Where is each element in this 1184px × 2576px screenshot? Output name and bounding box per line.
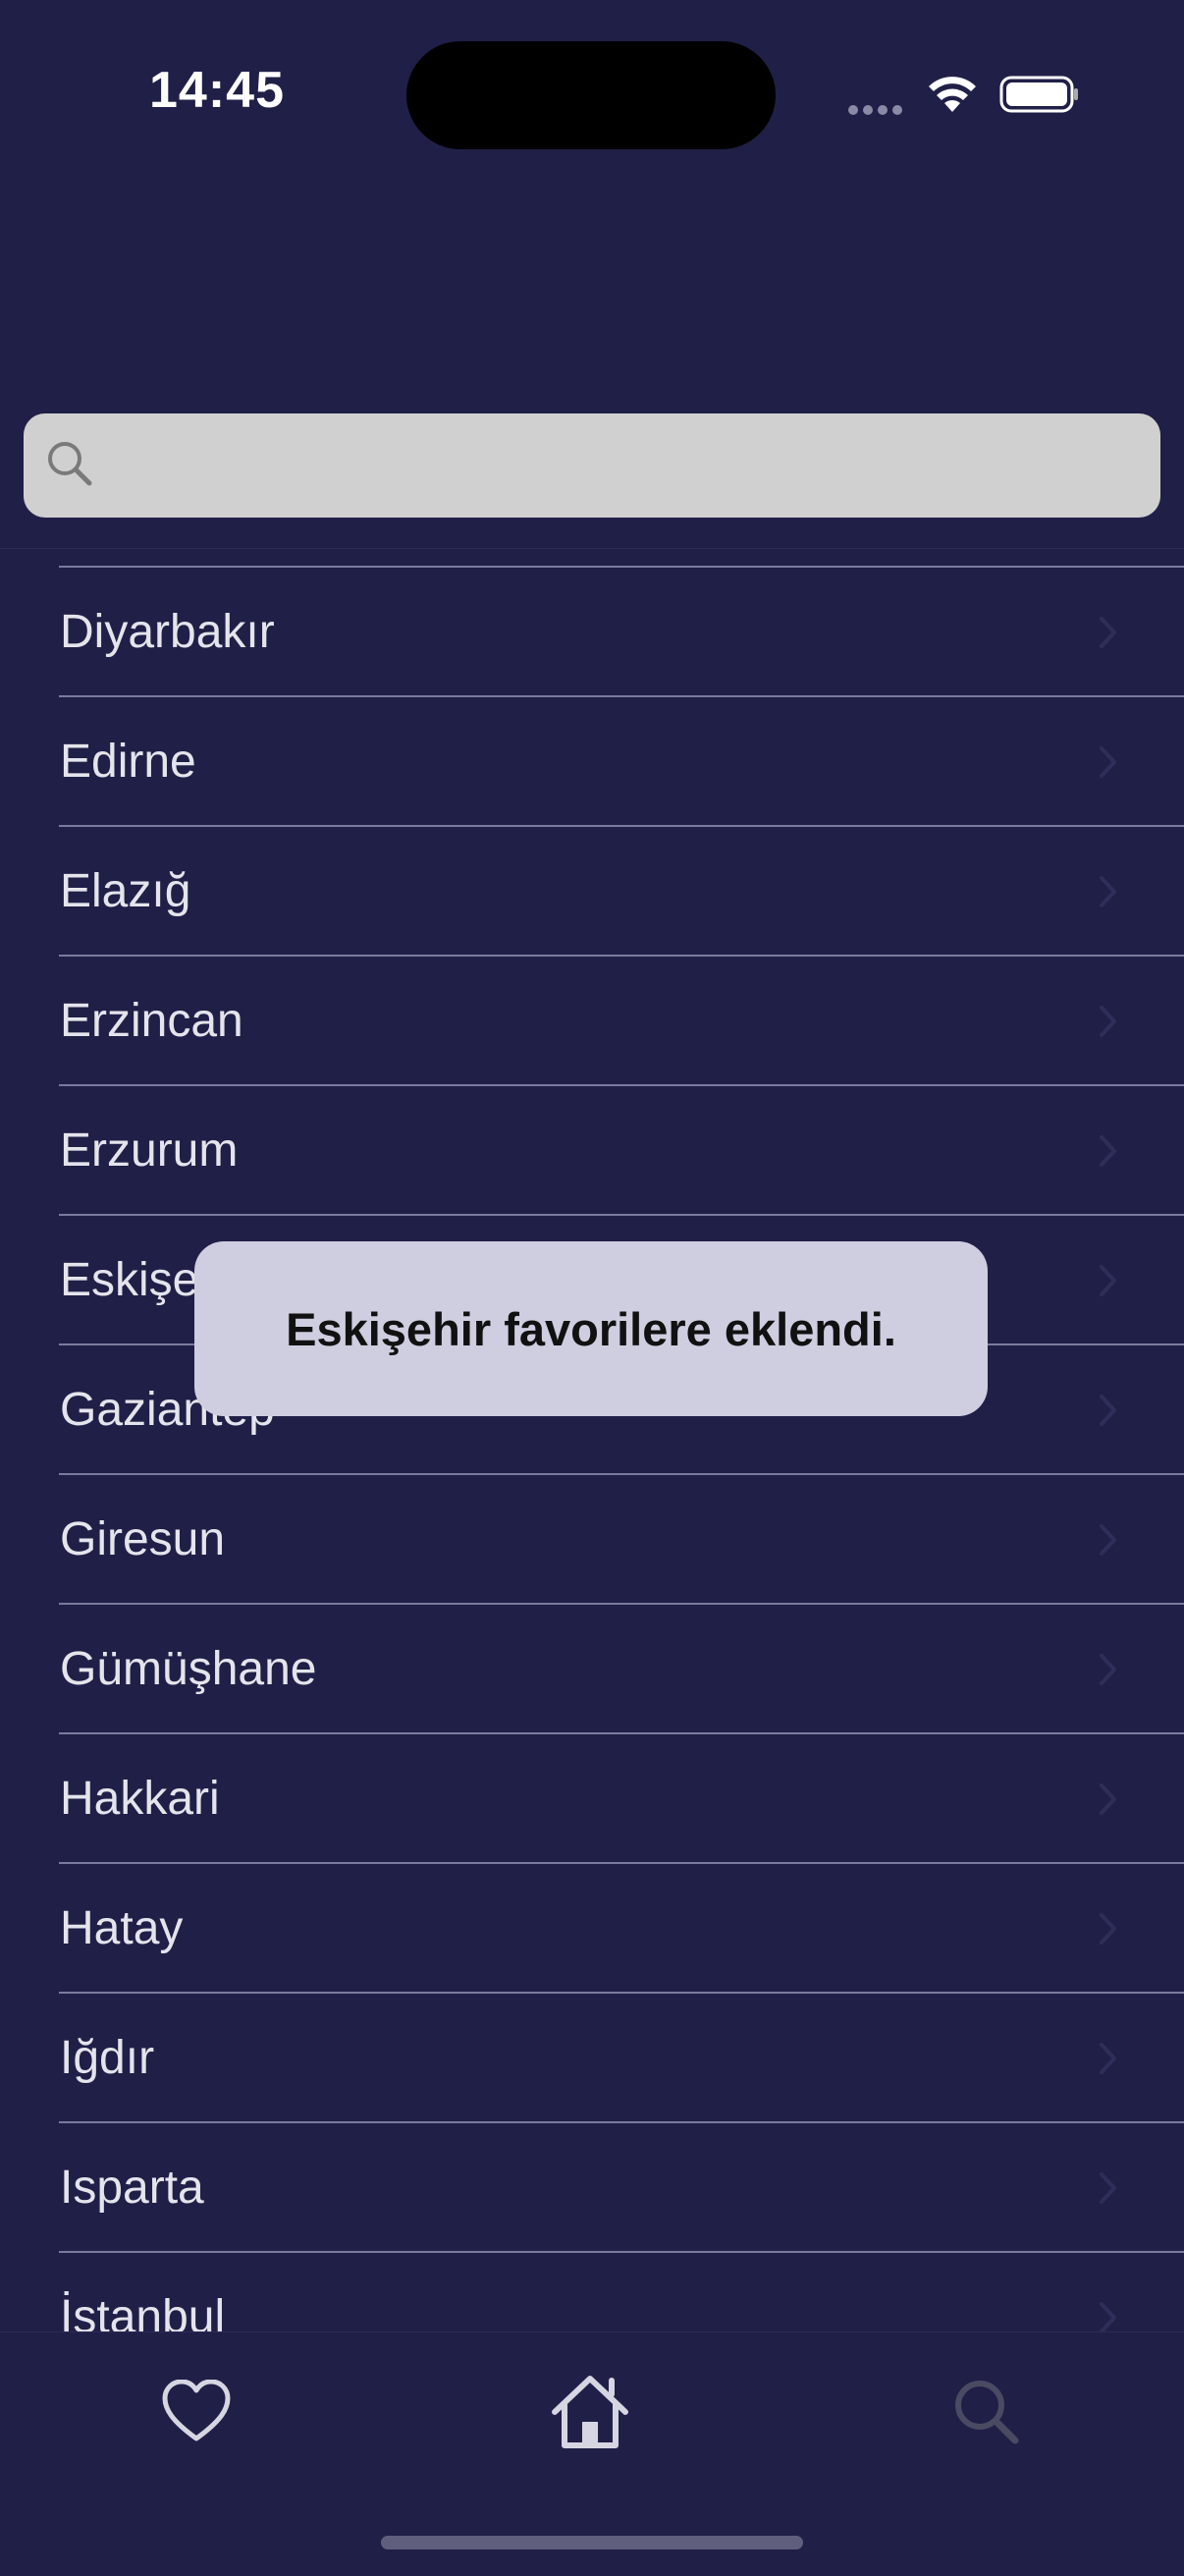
battery-icon	[999, 76, 1078, 113]
status-time: 14:45	[149, 62, 285, 119]
search-field[interactable]	[24, 413, 1160, 520]
chevron-right-icon	[1100, 2043, 1116, 2074]
heart-icon	[162, 2380, 231, 2441]
city-name: Hakkari	[60, 1773, 220, 1825]
city-name: İstanbul	[60, 2291, 226, 2331]
search-icon	[955, 2381, 1019, 2444]
chevron-right-icon	[1100, 876, 1116, 907]
city-name: Diyarbakır	[60, 606, 275, 658]
list-item[interactable]: Hatay	[0, 1864, 1184, 1994]
tab-favorites[interactable]	[137, 2352, 255, 2470]
tab-home[interactable]	[531, 2352, 649, 2470]
chevron-right-icon	[1100, 1006, 1116, 1037]
list-item[interactable]: Isparta	[0, 2123, 1184, 2253]
toast-message: Eskişehir favorilere eklendi.	[286, 1302, 896, 1355]
chevron-right-icon	[1100, 1524, 1116, 1556]
city-name: Isparta	[60, 2162, 204, 2214]
list-item[interactable]: İstanbul	[0, 2253, 1184, 2331]
city-name: Hatay	[60, 1902, 184, 1954]
list-item[interactable]: Elazığ	[0, 827, 1184, 957]
city-name: Erzincan	[60, 995, 243, 1047]
chevron-right-icon	[1100, 1265, 1116, 1296]
cellular-signal-icon	[848, 102, 907, 115]
city-list[interactable]: Diyarbakır Edirne Elazığ Erzincan Erzurum Esk…	[0, 548, 1184, 2331]
list-item[interactable]: Erzincan	[0, 957, 1184, 1086]
list-item[interactable]: Iğdır	[0, 1994, 1184, 2123]
search-icon	[48, 442, 92, 486]
city-name: Edirne	[60, 736, 196, 788]
chevron-right-icon	[1100, 2172, 1116, 2204]
list-item[interactable]: Diyarbakır	[0, 568, 1184, 697]
wifi-icon	[929, 77, 976, 112]
chevron-right-icon	[1100, 2302, 1116, 2331]
dynamic-island	[406, 41, 776, 149]
toast-notification: Eskişehir favorilere eklendi.	[194, 1241, 988, 1416]
chevron-right-icon	[1100, 1783, 1116, 1815]
home-icon	[552, 2376, 628, 2448]
chevron-right-icon	[1100, 1654, 1116, 1685]
home-indicator	[381, 2536, 803, 2549]
chevron-right-icon	[1100, 1395, 1116, 1426]
chevron-right-icon	[1100, 1135, 1116, 1167]
list-item[interactable]: Hakkari	[0, 1734, 1184, 1864]
chevron-right-icon	[1100, 746, 1116, 778]
list-item[interactable]: Edirne	[0, 697, 1184, 827]
city-name: Elazığ	[60, 865, 191, 917]
chevron-right-icon	[1100, 1913, 1116, 1945]
search-input[interactable]	[112, 413, 1137, 520]
city-name: Erzurum	[60, 1124, 239, 1177]
search-bar	[0, 383, 1184, 549]
status-bar: 14:45	[0, 0, 1184, 187]
chevron-right-icon	[1100, 617, 1116, 648]
tab-search[interactable]	[927, 2352, 1045, 2470]
list-item[interactable]: Erzurum	[0, 1086, 1184, 1216]
city-name: Iğdır	[60, 2032, 155, 2084]
city-name: Gümüşhane	[60, 1643, 317, 1695]
list-item[interactable]: Giresun	[0, 1475, 1184, 1605]
city-name: Giresun	[60, 1513, 226, 1565]
list-item[interactable]: Gümüşhane	[0, 1605, 1184, 1734]
